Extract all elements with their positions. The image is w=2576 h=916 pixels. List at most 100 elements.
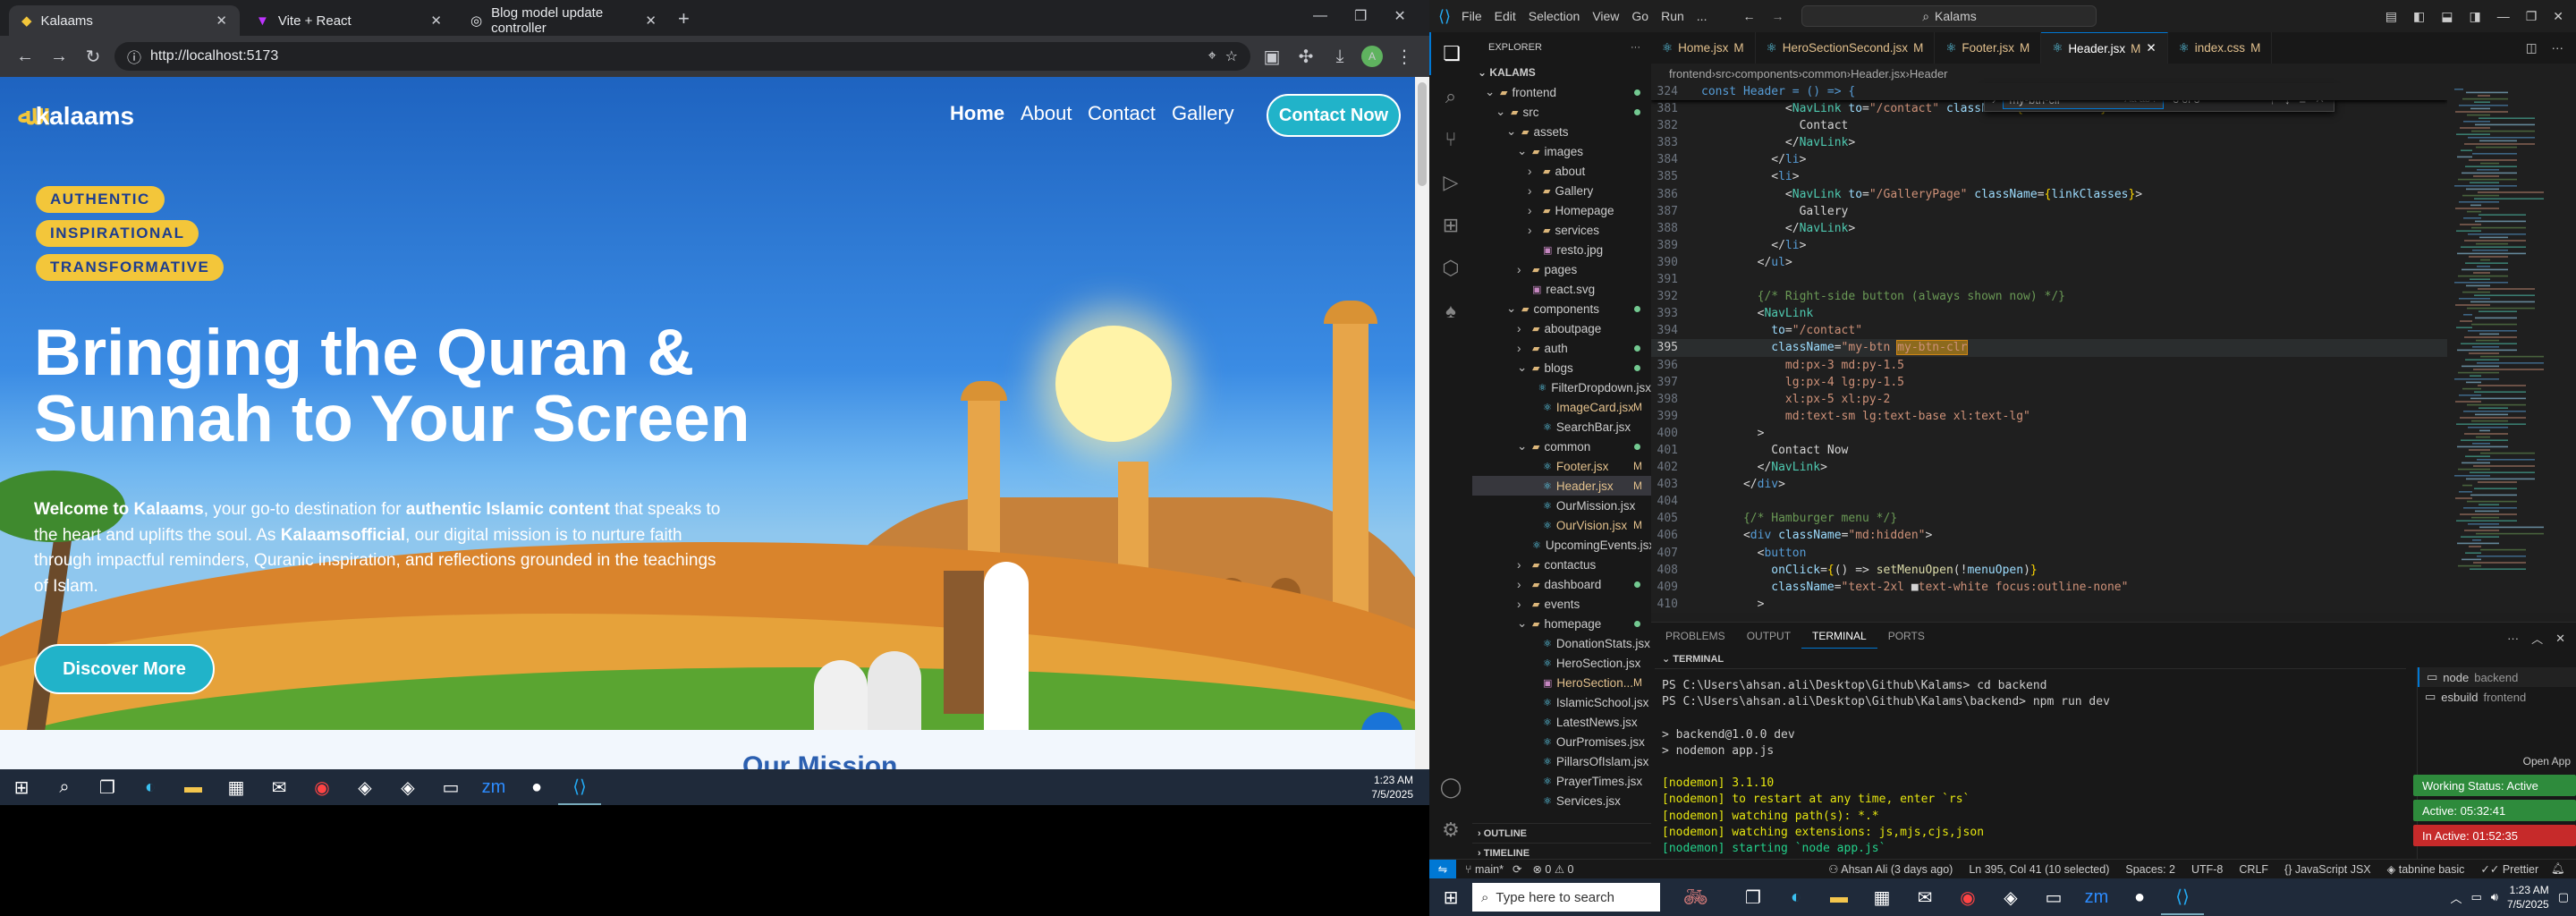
panel-tab[interactable]: OUTPUT bbox=[1736, 623, 1801, 648]
store-icon[interactable]: ▦ bbox=[215, 769, 258, 805]
menu-item[interactable]: Run bbox=[1661, 9, 1684, 23]
code-line[interactable]: 393 <NavLink bbox=[1651, 305, 2447, 322]
folder-item[interactable]: ⌄ ▰ blogs bbox=[1472, 358, 1651, 377]
bookmark-star-icon[interactable]: ☆ bbox=[1225, 47, 1238, 65]
search-icon[interactable]: ⌕ bbox=[43, 769, 86, 805]
minimize-icon[interactable]: — bbox=[1313, 8, 1327, 24]
git-blame[interactable]: ⚇ Ahsan Ali (3 days ago) bbox=[1828, 862, 1953, 876]
menu-item[interactable]: View bbox=[1592, 9, 1619, 23]
vscode-icon[interactable]: ⟨⟩ bbox=[558, 769, 601, 805]
folder-item[interactable]: ⌄ ▰ common bbox=[1472, 437, 1651, 456]
site-info-icon[interactable]: ⓘ bbox=[127, 46, 141, 67]
breadcrumb-item[interactable]: src bbox=[1716, 67, 1731, 81]
file-item[interactable]: ⚛ HeroSection.jsx bbox=[1472, 653, 1651, 673]
toggle-sidebar-icon[interactable]: ◧ bbox=[2413, 9, 2425, 24]
zoom-icon[interactable]: zm bbox=[472, 769, 515, 805]
file-item[interactable]: ⚛ OurPromises.jsx bbox=[1472, 732, 1651, 751]
code-line[interactable]: 403 </div> bbox=[1651, 476, 2447, 493]
profile-avatar[interactable]: A bbox=[1361, 46, 1383, 67]
code-line[interactable]: 402 </NavLink> bbox=[1651, 459, 2447, 476]
menu-item[interactable]: ... bbox=[1697, 9, 1707, 23]
file-item[interactable]: ⚛ UpcomingEvents.jsx bbox=[1472, 535, 1655, 555]
notifications-bell-icon[interactable]: 🔔︎ bbox=[2538, 862, 2576, 876]
branch-indicator[interactable]: ⑂ main* bbox=[1456, 863, 1504, 876]
file-item[interactable]: ⚛ OurVision.jsx M bbox=[1472, 515, 1651, 535]
app-icon[interactable]: ◈ bbox=[386, 769, 429, 805]
code-line[interactable]: 382 Contact bbox=[1651, 117, 2447, 134]
chrome-icon[interactable]: ◉ bbox=[1946, 879, 1989, 915]
restore-icon[interactable]: ❐ bbox=[2526, 9, 2538, 24]
file-item[interactable]: ⚛ LatestNews.jsx bbox=[1472, 712, 1651, 732]
code-line[interactable]: 396 md:px-3 md:py-1.5 bbox=[1651, 357, 2447, 374]
page-scrollbar[interactable] bbox=[1415, 77, 1429, 769]
search-icon[interactable]: ⌕ bbox=[1429, 75, 1472, 118]
open-app-button[interactable]: Open App bbox=[2420, 755, 2571, 768]
code-line[interactable]: 394 to="/contact" bbox=[1651, 322, 2447, 339]
mail-icon[interactable]: ✉ bbox=[258, 769, 301, 805]
settings-gear-icon[interactable]: ⚙ bbox=[1429, 809, 1472, 852]
edge-icon[interactable]: ◐ bbox=[129, 769, 172, 805]
folder-item[interactable]: › ▰ aboutpage bbox=[1472, 318, 1651, 338]
tabnine-status[interactable]: ◈ tabnine basic bbox=[2371, 862, 2465, 876]
new-tab-button[interactable]: + bbox=[678, 7, 690, 30]
folder-item[interactable]: › ▰ Gallery bbox=[1472, 181, 1651, 200]
restore-icon[interactable]: ❐ bbox=[1354, 7, 1367, 25]
close-window-icon[interactable]: ✕ bbox=[2553, 9, 2563, 24]
kalaams-logo[interactable]: ﷲ kalaams bbox=[18, 100, 134, 131]
project-root[interactable]: ⌄ KALAMS bbox=[1472, 63, 1651, 82]
code-line[interactable]: 385 <li> bbox=[1651, 168, 2447, 185]
code-line[interactable]: 405 {/* Hamburger menu */} bbox=[1651, 510, 2447, 527]
file-item[interactable]: ⚛ FilterDropdown.jsx bbox=[1472, 377, 1651, 397]
folder-item[interactable]: › ▰ Homepage bbox=[1472, 200, 1651, 220]
line-ending[interactable]: CRLF bbox=[2223, 863, 2268, 876]
code-line[interactable]: 407 <button bbox=[1651, 545, 2447, 562]
terminal-icon[interactable]: ▭ bbox=[429, 769, 472, 805]
folder-item[interactable]: › ▰ auth bbox=[1472, 338, 1651, 358]
taskbar-clock[interactable]: 1:23 AM 7/5/2025 bbox=[1371, 773, 1429, 802]
code-line[interactable]: 397 lg:px-4 lg:py-1.5 bbox=[1651, 374, 2447, 391]
code-line[interactable]: 406 <div className="md:hidden"> bbox=[1651, 527, 2447, 544]
folder-item[interactable]: › ▰ services bbox=[1472, 220, 1651, 240]
panel-tab[interactable]: TERMINAL bbox=[1801, 623, 1877, 649]
minimize-icon[interactable]: — bbox=[2497, 9, 2510, 23]
code-line[interactable]: 388 </NavLink> bbox=[1651, 220, 2447, 237]
remote-icon[interactable]: ⇋ bbox=[1429, 859, 1456, 879]
code-line[interactable]: 408 onClick={() => setMenuOpen(!menuOpen… bbox=[1651, 562, 2447, 579]
file-explorer-icon[interactable]: ▬ bbox=[172, 769, 215, 805]
app-icon[interactable]: ● bbox=[515, 769, 558, 805]
discover-more-button[interactable]: Discover More bbox=[34, 644, 215, 694]
bicycle-widget-icon[interactable]: 🚲︎ bbox=[1660, 879, 1732, 915]
file-item[interactable]: ⚛ SearchBar.jsx bbox=[1472, 417, 1651, 437]
taskbar-clock[interactable]: 1:23 AM 7/5/2025 bbox=[2507, 883, 2549, 912]
tray-chevron-icon[interactable]: ︿ bbox=[2450, 889, 2462, 906]
code-line[interactable]: 384 </li> bbox=[1651, 151, 2447, 168]
close-icon[interactable]: ✕ bbox=[645, 13, 657, 29]
toggle-panel-icon[interactable]: ⬓ bbox=[2441, 9, 2453, 24]
windows-start-icon[interactable]: ⊞ bbox=[0, 769, 43, 805]
download-icon[interactable]: ⤓ bbox=[1327, 47, 1352, 67]
menu-item[interactable]: Go bbox=[1631, 9, 1648, 23]
extensions-icon[interactable]: ⊞ bbox=[1429, 204, 1472, 247]
network-icon[interactable]: ▭ bbox=[2470, 890, 2481, 904]
file-item[interactable]: ⚛ DonationStats.jsx bbox=[1472, 633, 1651, 653]
split-editor-icon[interactable]: ◫ bbox=[2526, 41, 2538, 55]
reload-icon[interactable]: ↻ bbox=[80, 46, 106, 68]
editor-tab[interactable]: ⚛ HeroSectionSecond.jsx M bbox=[1756, 32, 1936, 64]
code-line[interactable]: 390 </ul> bbox=[1651, 254, 2447, 271]
code-line[interactable]: 410 > bbox=[1651, 596, 2447, 613]
code-line[interactable]: 391 bbox=[1651, 271, 2447, 288]
location-icon[interactable]: ⌖ bbox=[1208, 48, 1216, 64]
browser-tab-blog[interactable]: ◎ Blog model update controller ✕ bbox=[458, 5, 669, 36]
terminal-instance[interactable]: ▭ node backend bbox=[2418, 667, 2576, 687]
taskbar-search-box[interactable]: ⌕ Type here to search bbox=[1472, 883, 1660, 912]
file-item[interactable]: ⚛ Header.jsx M bbox=[1472, 476, 1651, 496]
editor-tab[interactable]: ⚛ index.css M bbox=[2168, 32, 2273, 64]
extension-icon[interactable]: ▣ bbox=[1259, 46, 1284, 68]
code-line[interactable]: 409 className="text-2xl ■text-white focu… bbox=[1651, 579, 2447, 596]
breadcrumb-item[interactable]: common bbox=[1802, 67, 1847, 81]
code-line[interactable]: 404 bbox=[1651, 493, 2447, 510]
layout-icon[interactable]: ▤ bbox=[2385, 9, 2397, 24]
close-icon[interactable]: ✕ bbox=[430, 13, 442, 29]
app-icon[interactable]: ◈ bbox=[343, 769, 386, 805]
maximize-panel-icon[interactable]: ︿ bbox=[2531, 630, 2543, 647]
